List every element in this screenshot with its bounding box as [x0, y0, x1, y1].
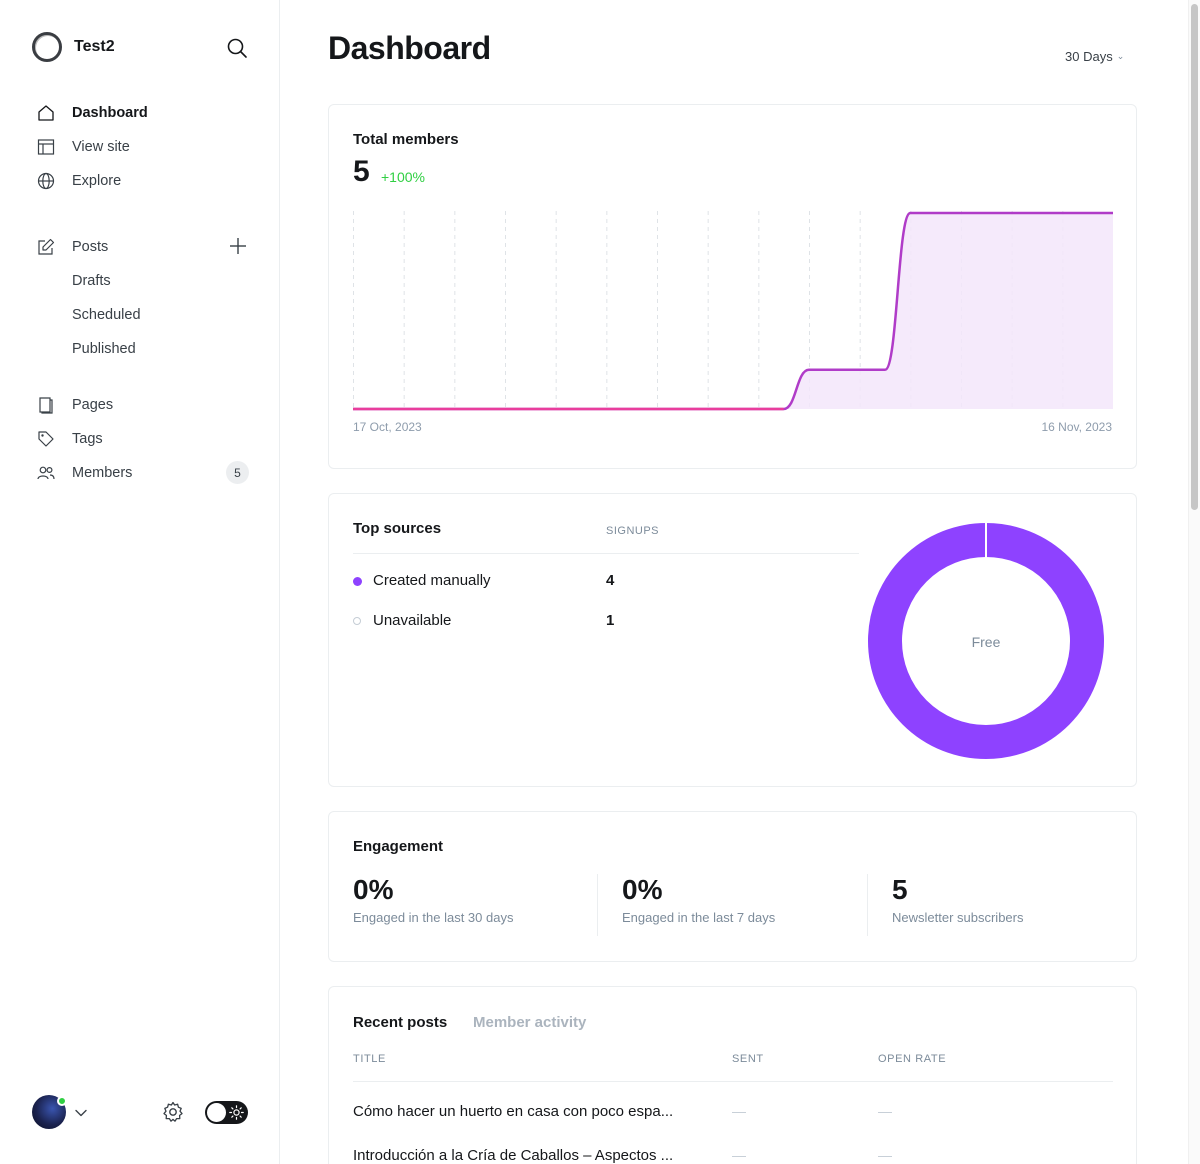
stat-label: Engaged in the last 30 days	[353, 910, 514, 925]
divider	[867, 874, 868, 936]
card-title: Engagement	[353, 838, 444, 855]
source-color-dot	[353, 617, 361, 625]
nav-published[interactable]: Published	[72, 341, 136, 357]
globe-icon	[36, 171, 56, 191]
search-icon[interactable]	[226, 37, 248, 59]
gear-icon[interactable]	[161, 1100, 185, 1124]
new-post-plus-icon[interactable]	[228, 236, 248, 256]
donut-center-label: Free	[971, 634, 1001, 650]
site-brand[interactable]: Test2	[32, 32, 115, 62]
engagement-card: Engagement 0% Engaged in the last 30 day…	[328, 811, 1137, 962]
nav-view-site[interactable]: View site	[36, 135, 250, 159]
post-sent: —	[732, 1103, 746, 1119]
stat-label: Engaged in the last 7 days	[622, 910, 776, 925]
tab-member-activity[interactable]: Member activity	[473, 1014, 586, 1031]
engagement-stat-subscribers: 5 Newsletter subscribers	[892, 874, 1024, 936]
post-open-rate: —	[878, 1147, 892, 1163]
total-members-card: Total members 5 +100% 17 Oct, 2023 16 No…	[328, 104, 1137, 469]
stat-label: Newsletter subscribers	[892, 910, 1024, 925]
scrollbar-thumb[interactable]	[1191, 4, 1198, 510]
toggle-knob	[207, 1103, 226, 1122]
engagement-stat-7d: 0% Engaged in the last 7 days	[622, 874, 775, 936]
sidebar: Test2 Dashboard View site Explore Posts …	[0, 0, 280, 1164]
nav-explore[interactable]: Explore	[36, 169, 250, 193]
online-status-dot	[57, 1096, 67, 1106]
main-content: Dashboard 30 Days ⌄ Total members 5 +100…	[280, 0, 1188, 1164]
nav-drafts[interactable]: Drafts	[72, 273, 111, 289]
post-sent: —	[732, 1147, 746, 1163]
divider	[353, 1081, 1113, 1082]
source-color-dot	[353, 577, 362, 586]
column-header-sent: SENT	[732, 1053, 764, 1065]
home-icon	[36, 103, 56, 123]
layout-icon	[36, 137, 56, 157]
nav-label: Explore	[72, 173, 122, 189]
page-scrollbar[interactable]	[1188, 0, 1200, 1164]
recent-posts-card: Recent posts Member activity TITLE SENT …	[328, 986, 1137, 1164]
nav-label: Tags	[72, 431, 103, 447]
nav-label: Members	[72, 465, 133, 481]
top-sources-card: Top sources SIGNUPS Created manually 4 U…	[328, 493, 1137, 787]
stat-value: 0%	[353, 874, 394, 905]
engagement-stat-30d: 0% Engaged in the last 30 days	[353, 874, 513, 936]
nav-label: Pages	[72, 397, 114, 413]
card-title: Top sources	[353, 520, 442, 537]
nav-scheduled[interactable]: Scheduled	[72, 307, 141, 323]
card-title: Total members	[353, 131, 459, 148]
post-open-rate: —	[878, 1103, 892, 1119]
tab-recent-posts[interactable]: Recent posts	[353, 1014, 447, 1031]
date-range-select[interactable]: 30 Days ⌄	[1065, 49, 1124, 64]
column-header-title: TITLE	[353, 1053, 386, 1065]
members-area-chart	[353, 211, 1113, 411]
source-count: 1	[606, 612, 615, 629]
date-range-value: 30 Days	[1065, 49, 1113, 64]
source-row: Unavailable 1	[353, 609, 859, 633]
source-count: 4	[606, 572, 615, 589]
stat-value: 0%	[622, 874, 663, 905]
divider	[597, 874, 598, 936]
members-count-badge: 5	[226, 461, 249, 484]
post-row[interactable]: Cómo hacer un huerto en casa con poco es…	[353, 1099, 1113, 1125]
nav-label: Dashboard	[72, 105, 148, 121]
nav-members[interactable]: Members	[36, 461, 250, 485]
tag-icon	[36, 429, 56, 449]
source-row: Created manually 4	[353, 569, 859, 593]
site-logo	[32, 32, 62, 62]
total-members-change: +100%	[381, 169, 425, 185]
page-title: Dashboard	[328, 30, 491, 66]
column-header-open-rate: OPEN RATE	[878, 1053, 947, 1065]
nav-label: Posts	[72, 239, 109, 255]
nav-pages[interactable]: Pages	[36, 393, 250, 417]
members-icon	[36, 463, 56, 483]
post-row[interactable]: Introducción a la Cría de Caballos – Asp…	[353, 1143, 1113, 1164]
divider	[353, 553, 859, 554]
sidebar-footer	[32, 1095, 248, 1129]
chevron-down-icon: ⌄	[1116, 51, 1125, 61]
nav-dashboard[interactable]: Dashboard	[36, 101, 250, 125]
edit-icon	[36, 237, 56, 257]
source-name: Unavailable	[373, 612, 452, 629]
site-name: Test2	[74, 38, 115, 55]
members-area-fill	[353, 213, 1113, 409]
theme-toggle[interactable]	[205, 1101, 248, 1124]
signups-column-header: SIGNUPS	[606, 525, 660, 537]
x-axis-start-label: 17 Oct, 2023	[353, 420, 422, 434]
x-axis-end-label: 16 Nov, 2023	[1041, 420, 1113, 434]
nav-posts[interactable]: Posts	[36, 235, 250, 259]
stat-value: 5	[892, 874, 908, 905]
nav-tags[interactable]: Tags	[36, 427, 250, 451]
total-members-value: 5	[353, 155, 370, 188]
source-name: Created manually	[373, 572, 491, 589]
post-title[interactable]: Introducción a la Cría de Caballos – Asp…	[353, 1147, 703, 1164]
sun-icon	[229, 1105, 244, 1120]
page-icon	[36, 395, 56, 415]
nav-label: View site	[72, 139, 130, 155]
chevron-down-icon[interactable]	[74, 1106, 88, 1120]
post-title[interactable]: Cómo hacer un huerto en casa con poco es…	[353, 1103, 703, 1120]
